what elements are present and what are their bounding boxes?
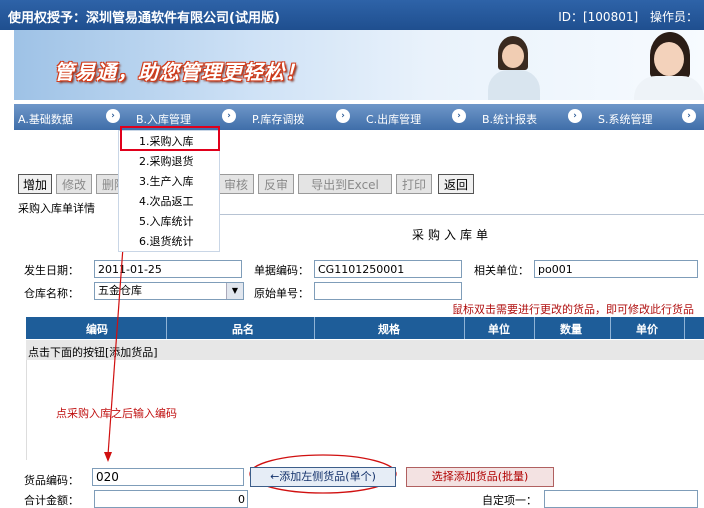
- arrow-head-icon: [104, 452, 112, 462]
- annotation-highlight-box: [120, 126, 220, 151]
- menu-item-purchase-return[interactable]: 2.采购退货: [139, 153, 194, 169]
- menu-item-defect-rework[interactable]: 4.次品返工: [139, 193, 194, 209]
- add-left-goods-button[interactable]: ←添加左侧货品(单个): [250, 467, 396, 487]
- menu-item-stock-in-stats[interactable]: 5.入库统计: [139, 213, 194, 229]
- batch-add-goods-button[interactable]: 选择添加货品(批量): [406, 467, 554, 487]
- menu-item-production-in[interactable]: 3.生产入库: [139, 173, 194, 189]
- custom-field-1[interactable]: [544, 490, 698, 508]
- annotation-overlay: [104, 149, 397, 494]
- custom-field-label: 自定项一：: [482, 494, 537, 507]
- menu-item-return-stats[interactable]: 6.退货统计: [139, 233, 194, 249]
- goods-code-label: 货品编码：: [24, 474, 79, 487]
- total-field[interactable]: [94, 490, 248, 508]
- total-label: 合计金额：: [24, 494, 79, 507]
- goods-code-field[interactable]: [92, 468, 244, 486]
